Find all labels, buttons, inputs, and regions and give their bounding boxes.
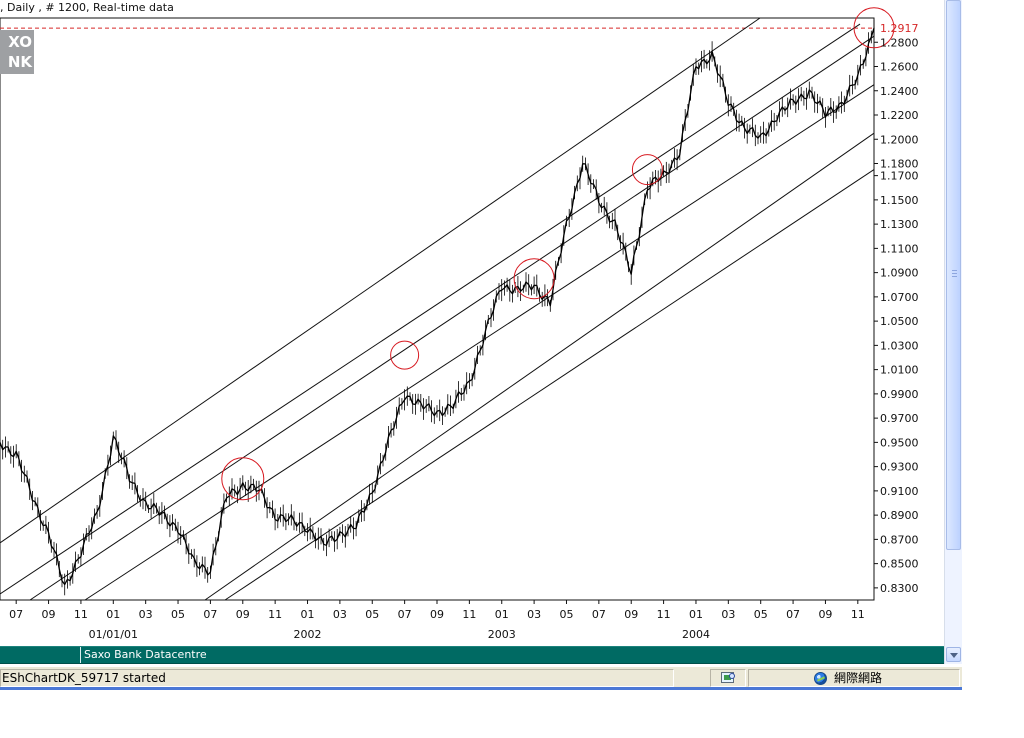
- vertical-scrollbar[interactable]: [944, 0, 962, 664]
- status-icon-panel: [710, 669, 746, 687]
- y-axis-tick-label: 0.9300: [880, 461, 919, 474]
- scrollbar-grip-line: [952, 270, 957, 271]
- x-axis-month-label: 09: [42, 608, 56, 621]
- status-window-icon: [721, 672, 735, 683]
- scrollbar-thumb[interactable]: [946, 0, 961, 550]
- x-axis-month-label: 03: [527, 608, 541, 621]
- x-axis-year-label: 01/01/01: [89, 628, 138, 641]
- current-price-label: 1.2917: [880, 22, 919, 35]
- x-axis-year-label: 2002: [294, 628, 322, 641]
- status-bar: EShChartDK_59717 started 網際網路: [0, 666, 962, 690]
- y-axis-tick-label: 0.8500: [880, 558, 919, 571]
- datacentre-bar: Saxo Bank Datacentre: [0, 646, 944, 664]
- x-axis-month-label: 07: [9, 608, 23, 621]
- x-axis-month-label: 05: [365, 608, 379, 621]
- chart-area[interactable]: 1.2800 1.2600 1.2400 1.2200 1.2000 1.1800 1.17…: [0, 0, 944, 646]
- scrollbar-grip-line: [952, 273, 957, 274]
- x-axis-month-label: 01: [301, 608, 315, 621]
- y-axis-tick-label: 1.2000: [880, 133, 919, 146]
- x-axis-month-label: 11: [657, 608, 671, 621]
- below-status-whitespace: [0, 690, 1024, 738]
- x-axis-year-label: 2003: [488, 628, 516, 641]
- status-message: EShChartDK_59717 started: [2, 671, 166, 685]
- y-axis-tick-label: 1.0100: [880, 364, 919, 377]
- y-axis-tick-label: 1.2800: [880, 36, 919, 49]
- x-axis-month-label: 07: [398, 608, 412, 621]
- y-axis-tick-label: 1.2600: [880, 61, 919, 74]
- chart-title: , Daily , # 1200, Real-time data: [0, 1, 174, 14]
- x-axis-month-label: 01: [495, 608, 509, 621]
- y-axis-tick-label: 0.9500: [880, 436, 919, 449]
- x-axis-month-label: 07: [592, 608, 606, 621]
- chart-application-window: 1.2800 1.2600 1.2400 1.2200 1.2000 1.1800 1.17…: [0, 0, 1024, 738]
- x-axis-month-label: 07: [203, 608, 217, 621]
- x-axis-month-label: 03: [721, 608, 735, 621]
- y-axis-tick-label: 0.8700: [880, 533, 919, 546]
- y-axis-tick-label: 1.0900: [880, 267, 919, 280]
- y-axis-tick-label: 0.9700: [880, 412, 919, 425]
- x-axis-month-label: 09: [430, 608, 444, 621]
- logo-text-top: XO: [8, 33, 32, 51]
- y-axis-tick-label: 1.0700: [880, 291, 919, 304]
- x-axis-month-label: 09: [624, 608, 638, 621]
- y-axis-tick-label: 0.8300: [880, 582, 919, 595]
- x-axis-month-label: 05: [171, 608, 185, 621]
- y-axis-tick-label: 1.1100: [880, 242, 919, 255]
- x-axis-month-label: 01: [689, 608, 703, 621]
- y-axis-tick-label: 1.1800: [880, 158, 919, 171]
- y-axis-tick-label: 1.1700: [880, 170, 919, 183]
- x-axis-month-label: 11: [851, 608, 865, 621]
- y-axis-tick-label: 1.2400: [880, 85, 919, 98]
- network-icon: [814, 672, 827, 685]
- network-status-panel: 網際網路: [748, 669, 960, 687]
- datacentre-label: Saxo Bank Datacentre: [84, 648, 207, 661]
- y-axis-tick-label: 1.1500: [880, 194, 919, 207]
- plot-frame: [0, 17, 875, 601]
- x-axis-month-label: 01: [106, 608, 120, 621]
- y-axis-tick-label: 0.9100: [880, 485, 919, 498]
- y-axis-tick-label: 1.0500: [880, 315, 919, 328]
- x-axis-month-label: 05: [559, 608, 573, 621]
- status-message-panel: EShChartDK_59717 started: [0, 669, 674, 687]
- x-axis-month-label: 11: [74, 608, 88, 621]
- y-axis-tick-label: 1.0300: [880, 339, 919, 352]
- network-label: 網際網路: [834, 671, 883, 685]
- chevron-down-icon: [950, 653, 958, 658]
- x-axis-month-label: 09: [818, 608, 832, 621]
- x-axis-month-label: 03: [333, 608, 347, 621]
- x-axis-month-label: 11: [462, 608, 476, 621]
- saxo-bank-logo: XO NK: [0, 30, 34, 74]
- x-axis-year-label: 2004: [682, 628, 710, 641]
- price-chart[interactable]: 1.2800 1.2600 1.2400 1.2200 1.2000 1.18001.17…: [0, 0, 944, 646]
- y-axis-tick-label: 1.2200: [880, 109, 919, 122]
- x-axis-month-label: 07: [786, 608, 800, 621]
- x-axis-month-label: 03: [139, 608, 153, 621]
- scrollbar-grip-line: [952, 276, 957, 277]
- y-axis-tick-label: 0.8900: [880, 509, 919, 522]
- x-axis-month-label: 09: [236, 608, 250, 621]
- scroll-down-button[interactable]: [946, 647, 961, 662]
- logo-text-bottom: NK: [7, 53, 32, 71]
- y-axis-tick-label: 1.1300: [880, 218, 919, 231]
- datacentre-left-panel: [0, 647, 81, 663]
- x-axis-month-label: 05: [754, 608, 768, 621]
- x-axis-month-label: 11: [268, 608, 282, 621]
- y-axis-tick-label: 0.9900: [880, 388, 919, 401]
